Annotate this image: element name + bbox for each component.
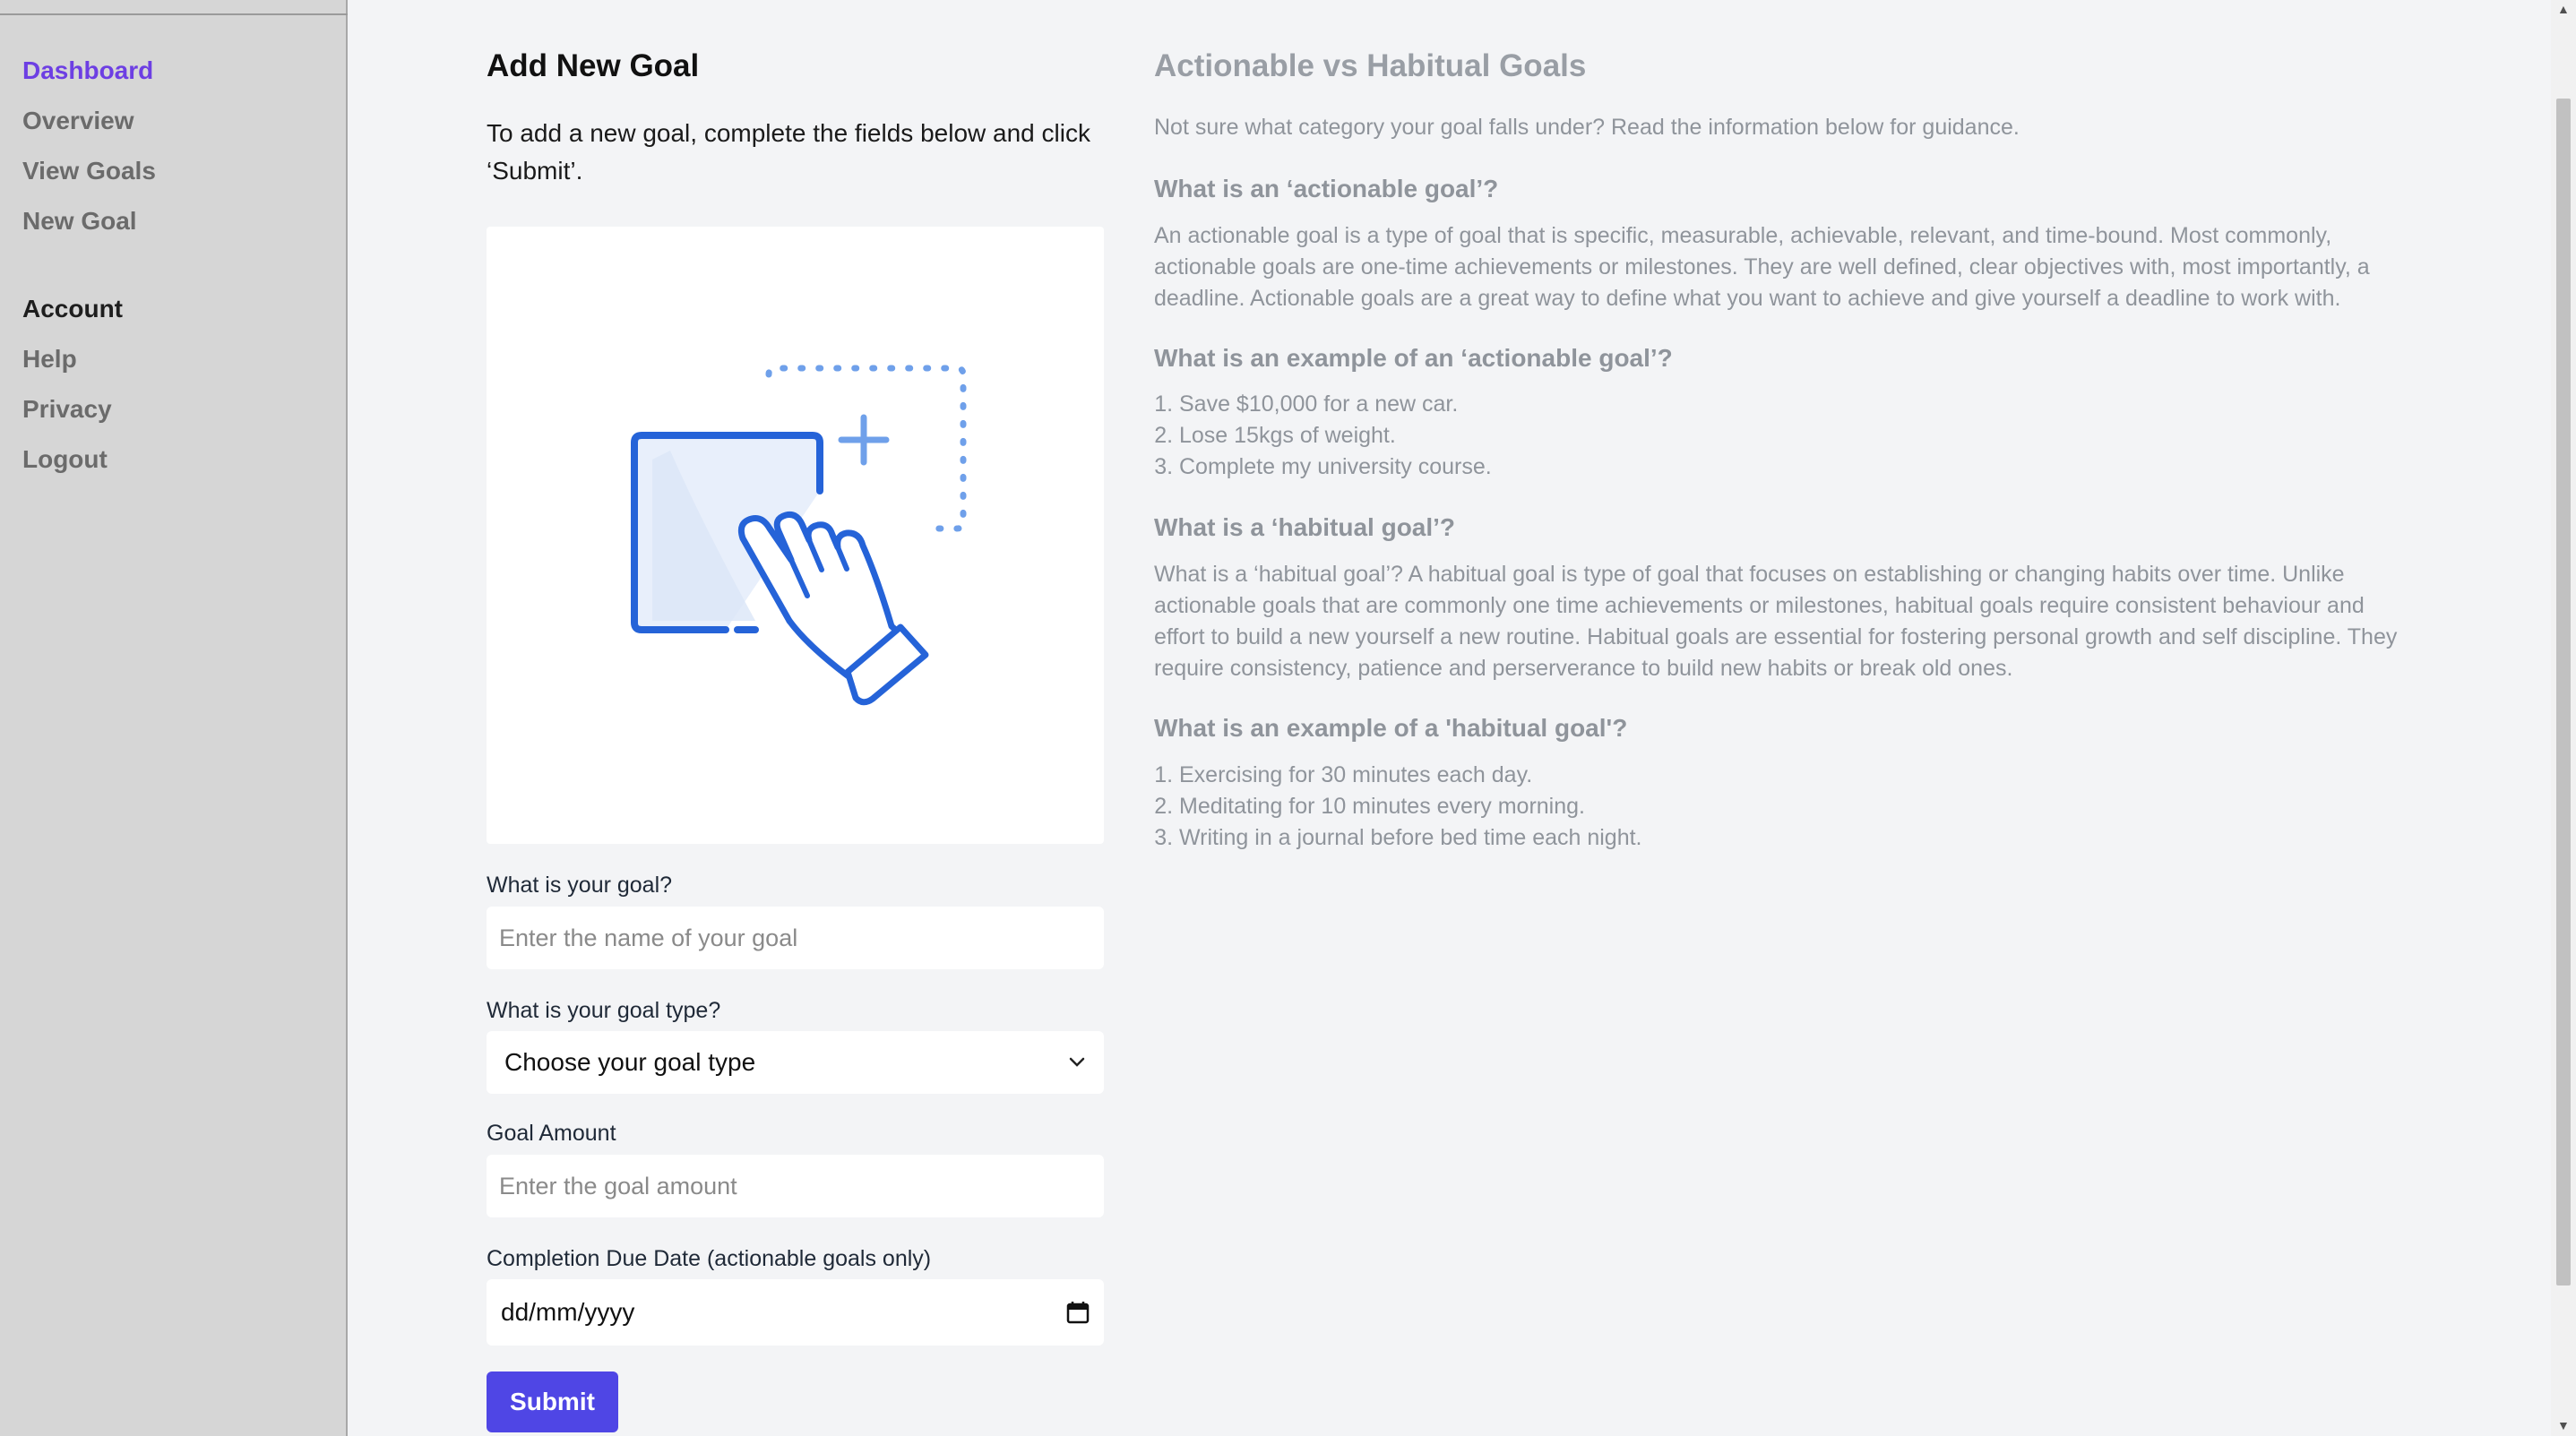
chevron-down-icon (1069, 1057, 1085, 1067)
goal-name-input[interactable] (487, 907, 1104, 969)
due-date-label: Completion Due Date (actionable goals on… (487, 1246, 932, 1271)
habitual-example-list: Exercising for 30 minutes each day. Medi… (1154, 760, 1642, 854)
goal-type-select[interactable]: Choose your goal type (487, 1031, 1104, 1094)
list-item: Lose 15kgs of weight. (1179, 420, 1492, 451)
page-scrollbar[interactable]: ▲ ▼ (2551, 0, 2576, 1436)
actionable-body: An actionable goal is a type of goal tha… (1154, 223, 2370, 311)
sidebar-item-view-goals[interactable]: View Goals (22, 157, 156, 185)
sidebar-item-logout[interactable]: Logout (22, 445, 108, 474)
due-date-value: dd/mm/yyyy (501, 1298, 635, 1326)
submit-button[interactable]: Submit (487, 1372, 618, 1432)
illustration-panel (487, 227, 1104, 844)
habitual-body: What is a ‘habitual goal’? A habitual go… (1154, 562, 2398, 681)
habitual-heading: What is a ‘habitual goal’? (1154, 513, 1456, 541)
scroll-down-arrow-icon[interactable]: ▼ (2557, 1418, 2570, 1432)
sidebar-item-privacy[interactable]: Privacy (22, 395, 112, 424)
goal-amount-input[interactable] (487, 1155, 1104, 1217)
list-item: Exercising for 30 minutes each day. (1179, 760, 1642, 791)
goal-type-label: What is your goal type? (487, 998, 721, 1023)
sidebar-item-dashboard[interactable]: Dashboard (22, 56, 153, 85)
form-intro: To add a new goal, complete the fields b… (487, 119, 1090, 185)
actionable-example-heading: What is an example of an ‘actionable goa… (1154, 344, 1673, 372)
scroll-up-arrow-icon[interactable]: ▲ (2557, 2, 2570, 16)
due-date-input[interactable]: dd/mm/yyyy (487, 1279, 1104, 1346)
goal-name-label: What is your goal? (487, 873, 673, 898)
actionable-example-list: Save $10,000 for a new car. Lose 15kgs o… (1154, 389, 1492, 483)
sidebar-item-new-goal[interactable]: New Goal (22, 207, 137, 236)
sidebar-item-account[interactable]: Account (22, 295, 123, 323)
list-item: Save $10,000 for a new car. (1179, 389, 1492, 420)
list-item: Complete my university course. (1179, 451, 1492, 483)
sidebar-item-overview[interactable]: Overview (22, 107, 134, 135)
info-lead: Not sure what category your goal falls u… (1154, 115, 2020, 140)
goal-type-selected-value: Choose your goal type (504, 1048, 756, 1076)
habitual-example-heading: What is an example of a 'habitual goal'? (1154, 714, 1628, 742)
sidebar-item-help[interactable]: Help (22, 345, 77, 374)
info-title: Actionable vs Habitual Goals (1154, 48, 1587, 83)
list-item: Meditating for 10 minutes every morning. (1179, 791, 1642, 822)
scrollbar-thumb[interactable] (2556, 99, 2571, 1286)
list-item: Writing in a journal before bed time eac… (1179, 822, 1642, 854)
page-title: Add New Goal (487, 48, 700, 83)
calendar-icon[interactable] (1066, 1301, 1090, 1324)
sidebar: Dashboard Overview View Goals New Goal A… (0, 0, 348, 1436)
add-item-hand-icon (631, 365, 967, 706)
goal-amount-label: Goal Amount (487, 1121, 616, 1146)
actionable-heading: What is an ‘actionable goal’? (1154, 175, 1499, 202)
sidebar-divider (0, 13, 348, 15)
